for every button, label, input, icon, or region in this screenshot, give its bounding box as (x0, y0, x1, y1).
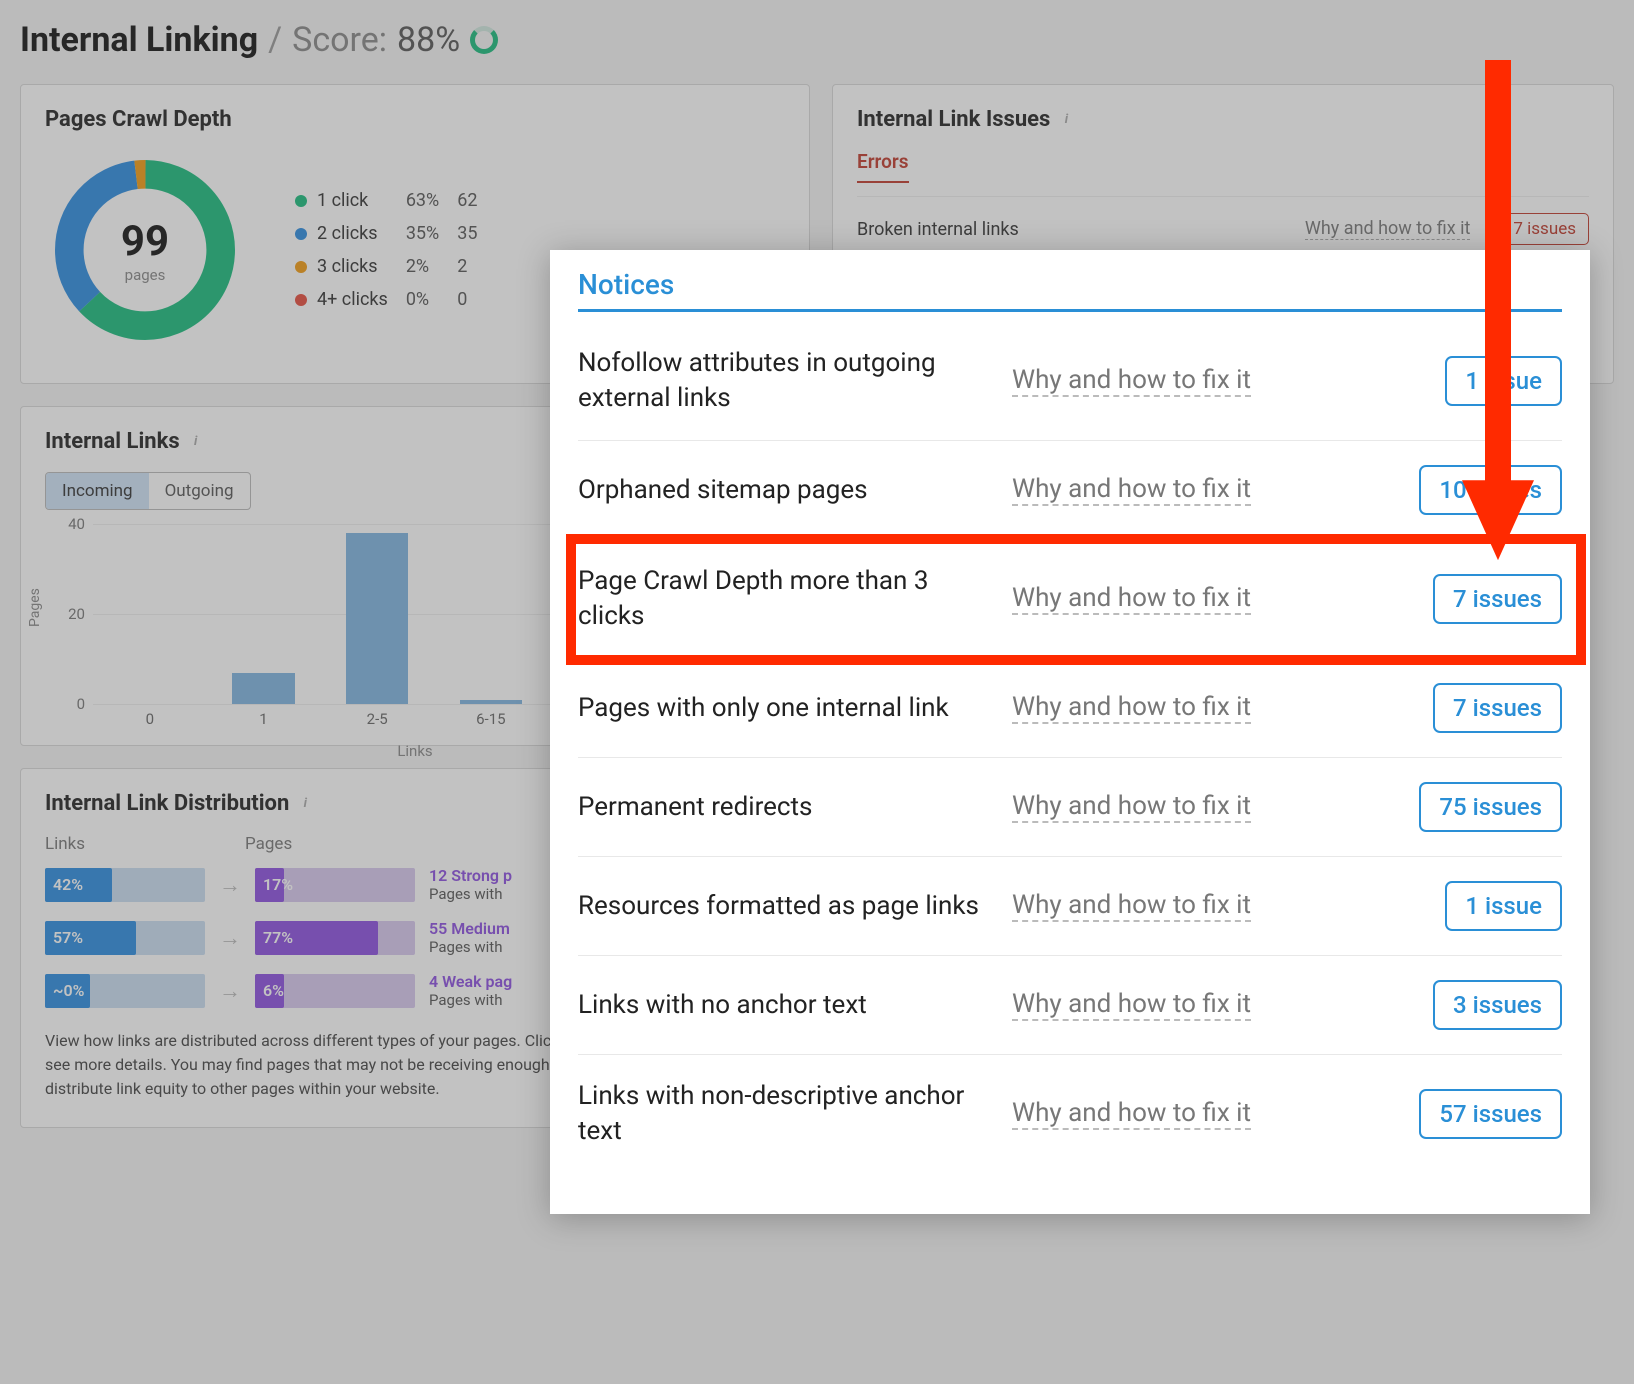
legend-pct: 63% (406, 184, 457, 217)
title-separator: / (268, 20, 282, 60)
legend-count: 35 (457, 217, 495, 250)
link-issues-title: Internal Link Issues (857, 107, 1050, 132)
notices-panel: Notices Nofollow attributes in outgoing … (550, 250, 1590, 1214)
page-title: Internal Linking (20, 20, 258, 60)
error-count-pill[interactable]: 7 issues (1500, 213, 1589, 245)
crawl-depth-donut: 99 pages (45, 150, 245, 350)
bar[interactable] (346, 533, 409, 704)
score-label: Score: (292, 20, 387, 60)
why-fix-link[interactable]: Why and how to fix it (1012, 989, 1251, 1021)
why-fix-link[interactable]: Why and how to fix it (1305, 218, 1470, 240)
arrow-right-icon: → (219, 978, 241, 1004)
notice-row: Pages with only one internal link Why and… (578, 659, 1562, 758)
notice-row: Links with no anchor text Why and how to … (578, 956, 1562, 1055)
crawl-depth-legend: 1 click 63%62 2 clicks 35%35 3 clicks 2%2 4+ c… (295, 184, 495, 316)
arrow-right-icon: → (219, 925, 241, 951)
notice-title: Page Crawl Depth more than 3 clicks (578, 564, 988, 634)
issue-count-pill[interactable]: 75 issues (1419, 782, 1562, 832)
dist-meta-title[interactable]: 12 Strong p (429, 866, 512, 885)
legend-label: 3 clicks (317, 256, 378, 277)
y-axis-label: Pages (27, 588, 43, 627)
issue-count-pill[interactable]: 7 issues (1433, 574, 1562, 624)
links-toggle: Incoming Outgoing (45, 472, 251, 510)
internal-links-title: Internal Links (45, 429, 180, 454)
notice-title: Permanent redirects (578, 790, 988, 825)
toggle-outgoing[interactable]: Outgoing (149, 473, 250, 509)
notice-row: Permanent redirects Why and how to fix it… (578, 758, 1562, 857)
notice-row: Resources formatted as page links Why and… (578, 857, 1562, 956)
legend-pct: 35% (406, 217, 457, 250)
notice-row: Links with non-descriptive anchor text Wh… (578, 1055, 1562, 1173)
legend-count: 62 (457, 184, 495, 217)
why-fix-link[interactable]: Why and how to fix it (1012, 1098, 1251, 1130)
legend-label: 4+ clicks (317, 289, 388, 310)
info-icon[interactable]: i (297, 796, 313, 812)
tab-errors[interactable]: Errors (857, 150, 909, 183)
legend-pct: 0% (406, 283, 457, 316)
dist-col-pages: Pages (245, 834, 465, 854)
dist-meta-sub: Pages with (429, 991, 512, 1009)
link-distribution-title: Internal Link Distribution (45, 791, 289, 816)
why-fix-link[interactable]: Why and how to fix it (1012, 583, 1251, 615)
why-fix-link[interactable]: Why and how to fix it (1012, 890, 1251, 922)
x-tick: 2-5 (367, 710, 388, 728)
legend-count: 2 (457, 250, 495, 283)
notice-title: Nofollow attributes in outgoing external… (578, 346, 988, 416)
legend-label: 1 click (317, 190, 368, 211)
why-fix-link[interactable]: Why and how to fix it (1012, 791, 1251, 823)
page-header: Internal Linking / Score: 88% (20, 20, 1614, 60)
why-fix-link[interactable]: Why and how to fix it (1012, 692, 1251, 724)
dist-meta-sub: Pages with (429, 938, 510, 956)
info-icon[interactable]: i (188, 434, 204, 450)
notice-title: Pages with only one internal link (578, 691, 988, 726)
x-tick: 0 (146, 710, 154, 728)
progress-ring-icon (470, 26, 498, 54)
bar[interactable] (232, 673, 295, 705)
y-tick: 40 (45, 515, 85, 533)
error-row-label: Broken internal links (857, 219, 1019, 240)
issue-count-pill[interactable]: 10 issues (1419, 465, 1562, 515)
dist-col-links: Links (45, 834, 245, 854)
dist-meta-title[interactable]: 4 Weak pag (429, 972, 512, 991)
notice-title: Orphaned sitemap pages (578, 473, 988, 508)
toggle-incoming[interactable]: Incoming (46, 473, 149, 509)
legend-count: 0 (457, 283, 495, 316)
crawl-depth-title: Pages Crawl Depth (45, 107, 232, 132)
why-fix-link[interactable]: Why and how to fix it (1012, 474, 1251, 506)
dist-meta-title[interactable]: 55 Medium (429, 919, 510, 938)
score-value: 88% (397, 20, 460, 60)
info-icon[interactable]: i (1058, 112, 1074, 128)
notice-row: Orphaned sitemap pages Why and how to fix… (578, 441, 1562, 540)
dist-meta-sub: Pages with (429, 885, 512, 903)
issue-count-pill[interactable]: 7 issues (1433, 683, 1562, 733)
issue-count-pill[interactable]: 3 issues (1433, 980, 1562, 1030)
why-fix-link[interactable]: Why and how to fix it (1012, 365, 1251, 397)
issue-count-pill[interactable]: 1 issue (1445, 881, 1562, 931)
donut-total: 99 (121, 217, 169, 266)
notice-row: Nofollow attributes in outgoing external… (578, 322, 1562, 441)
notices-header: Notices (578, 268, 1562, 312)
bar[interactable] (460, 700, 523, 705)
x-tick: 6-15 (476, 710, 505, 728)
x-tick: 1 (259, 710, 267, 728)
y-tick: 20 (45, 605, 85, 623)
legend-pct: 2% (406, 250, 457, 283)
notice-title: Links with non-descriptive anchor text (578, 1079, 988, 1149)
y-tick: 0 (45, 695, 85, 713)
notice-title: Links with no anchor text (578, 988, 988, 1023)
notice-row: Page Crawl Depth more than 3 clicks Why a… (578, 540, 1562, 659)
arrow-right-icon: → (219, 872, 241, 898)
issue-count-pill[interactable]: 1 issue (1445, 356, 1562, 406)
legend-label: 2 clicks (317, 223, 378, 244)
donut-total-label: pages (125, 266, 166, 284)
issue-count-pill[interactable]: 57 issues (1419, 1089, 1562, 1139)
notice-title: Resources formatted as page links (578, 889, 988, 924)
